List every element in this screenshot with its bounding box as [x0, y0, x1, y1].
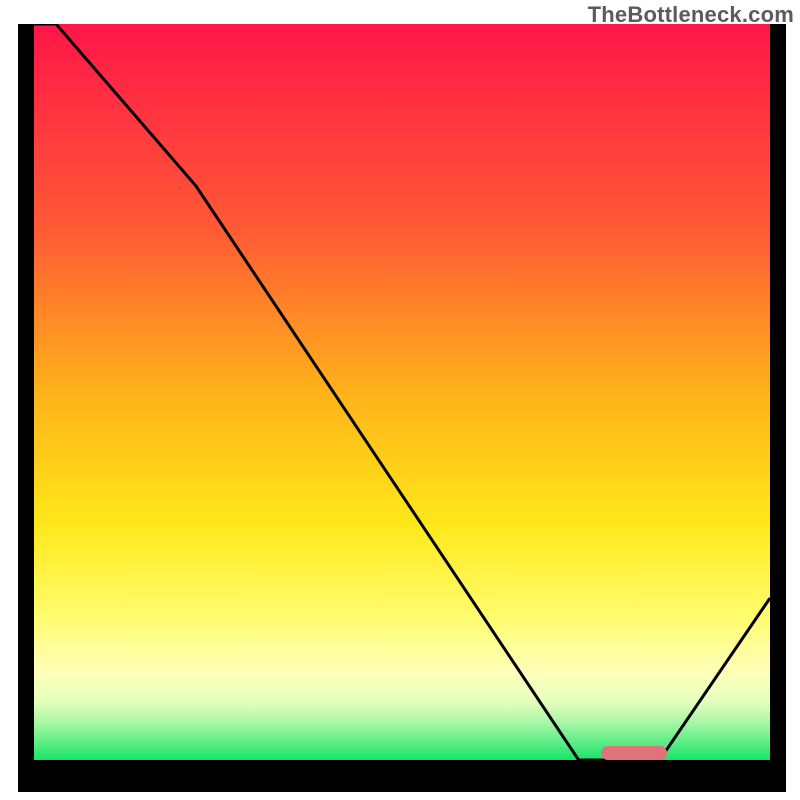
plot-frame: [18, 24, 786, 792]
optimal-range-bar: [601, 746, 667, 760]
bottleneck-curve: [34, 24, 770, 760]
plot-area: [34, 24, 770, 760]
